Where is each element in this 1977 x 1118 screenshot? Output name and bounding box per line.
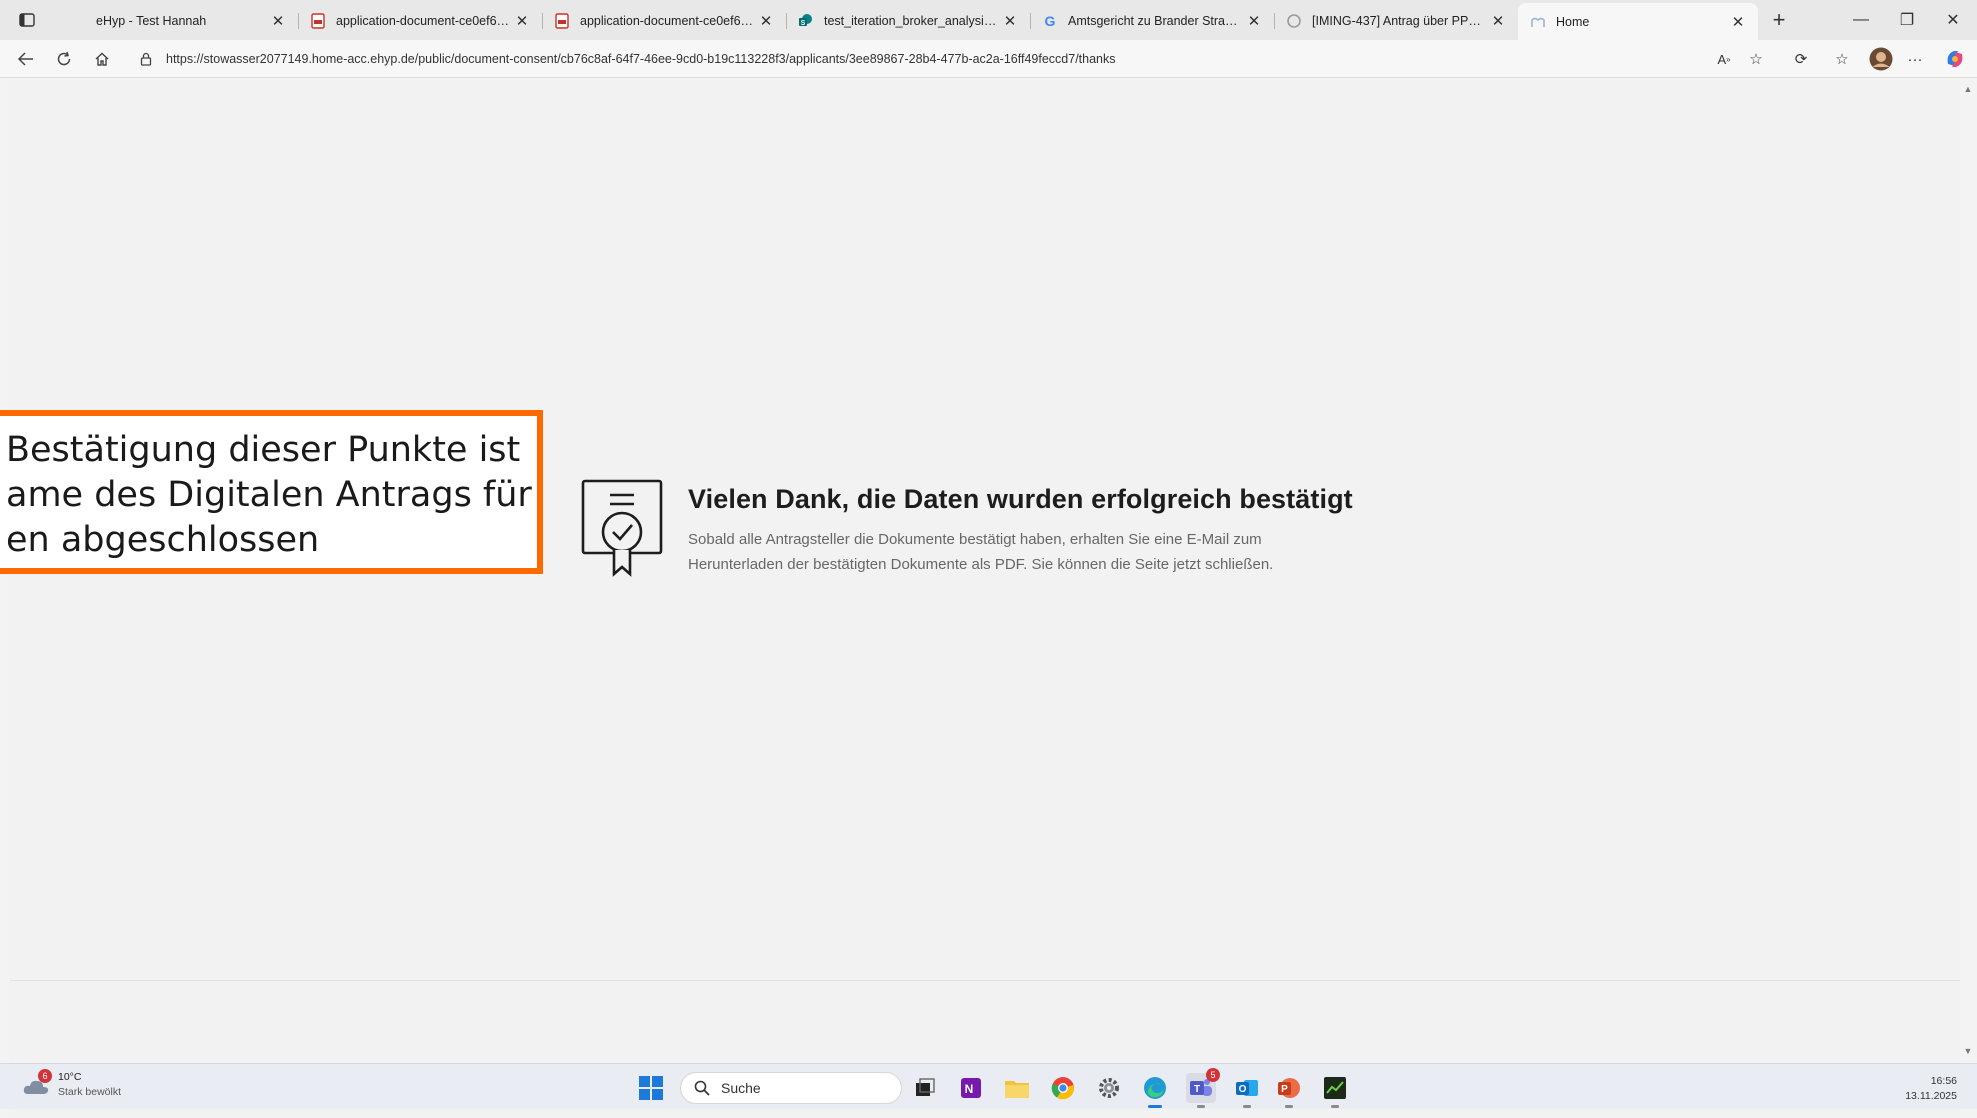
svg-text:T: T <box>1194 1084 1200 1095</box>
tab-title: eHyp - Test Hannah <box>96 14 207 28</box>
sharepoint-icon: S <box>798 13 814 29</box>
minimize-icon[interactable]: — <box>1838 0 1884 40</box>
home-app-icon <box>1530 14 1546 30</box>
page-content <box>10 80 1960 1118</box>
svg-text:S: S <box>801 20 806 27</box>
running-indicator <box>1197 1105 1205 1108</box>
more-menu-icon[interactable]: ··· <box>1900 45 1930 73</box>
tab-amtsgericht[interactable]: G Amtsgericht zu Brander Straße 5 ✕ <box>1030 4 1274 38</box>
tab-pdf-2[interactable]: application-document-ce0ef64e- ✕ <box>542 4 786 38</box>
url-field[interactable]: https://stowasser2077149.home-acc.ehyp.d… <box>128 44 1708 74</box>
taskbar-search[interactable]: Suche <box>680 1072 902 1104</box>
active-indicator <box>1148 1105 1162 1108</box>
profile-avatar[interactable] <box>1866 45 1896 73</box>
search-placeholder: Suche <box>721 1080 761 1096</box>
cloud-icon: 6 <box>22 1069 52 1098</box>
svg-text:P: P <box>1281 1084 1288 1095</box>
tab-title: [IMING-437] Antrag über PPPlus <box>1312 14 1488 28</box>
pdf-icon <box>310 13 326 29</box>
running-indicator <box>1331 1105 1339 1108</box>
restore-icon[interactable]: ❐ <box>1884 0 1930 40</box>
svg-text:O: O <box>1239 1084 1247 1095</box>
address-toolbar: https://stowasser2077149.home-acc.ehyp.d… <box>0 40 1977 78</box>
tab-title: test_iteration_broker_analysis.xlsx <box>824 14 1000 28</box>
terminal-app-icon[interactable] <box>1320 1073 1350 1108</box>
tab-pdf-1[interactable]: application-document-ce0ef64e- ✕ <box>298 4 542 38</box>
reload-icon[interactable] <box>48 44 80 74</box>
tab-title: application-document-ce0ef64e- <box>580 14 756 28</box>
tab-xlsx[interactable]: S test_iteration_broker_analysis.xlsx ✕ <box>786 4 1030 38</box>
weather-widget[interactable]: 6 10°C Stark bewölkt <box>22 1069 122 1100</box>
url-text: https://stowasser2077149.home-acc.ehyp.d… <box>166 52 1116 66</box>
loading-icon <box>1286 13 1302 29</box>
scroll-down-icon[interactable]: ▼ <box>1963 1046 1973 1056</box>
google-icon: G <box>1042 13 1058 29</box>
teams-badge: 5 <box>1206 1068 1220 1082</box>
copilot-icon[interactable] <box>1940 45 1970 73</box>
callout-line: en abgeschlossen <box>6 520 320 560</box>
scrollbar[interactable]: ▲ ▼ <box>1961 80 1975 1060</box>
search-icon <box>693 1079 711 1097</box>
close-window-icon[interactable]: ✕ <box>1930 0 1976 40</box>
powerpoint-icon[interactable]: P <box>1274 1073 1304 1108</box>
callout-line: ame des Digitalen Antrags für <box>6 475 532 515</box>
close-tab-icon[interactable]: ✕ <box>1728 12 1748 32</box>
confirmation-title: Vielen Dank, die Daten wurden erfolgreic… <box>688 484 1353 514</box>
onenote-icon[interactable]: N <box>956 1073 986 1103</box>
windows-taskbar: 6 10°C Stark bewölkt Suche N T 5 O P 16:… <box>0 1063 1977 1109</box>
close-tab-icon[interactable]: ✕ <box>1488 11 1508 31</box>
footer-divider <box>10 980 1960 981</box>
tab-iming[interactable]: [IMING-437] Antrag über PPPlus ✕ <box>1274 4 1518 38</box>
certificate-icon <box>580 478 666 578</box>
clock-time: 16:56 <box>1930 1075 1957 1087</box>
close-tab-icon[interactable]: ✕ <box>512 11 532 31</box>
settings-gear-icon[interactable] <box>1094 1073 1124 1103</box>
pdf-icon <box>554 13 570 29</box>
weather-temp: 10°C <box>58 1071 82 1083</box>
svg-text:G: G <box>1045 13 1056 29</box>
weather-desc: Stark bewölkt <box>58 1086 122 1098</box>
tab-ehyp[interactable]: eHyp - Test Hannah ✕ <box>58 4 298 38</box>
confirmation-message: Vielen Dank, die Daten wurden erfolgreic… <box>580 478 1353 578</box>
weather-badge: 6 <box>38 1069 52 1083</box>
close-tab-icon[interactable]: ✕ <box>756 11 776 31</box>
annotation-callout: Bestätigung dieser Punkte ist ame des Di… <box>0 410 543 574</box>
task-view-icon[interactable] <box>910 1073 940 1103</box>
chrome-icon[interactable] <box>1048 1073 1078 1103</box>
scroll-up-icon[interactable]: ▲ <box>1963 84 1973 94</box>
back-arrow-icon[interactable] <box>10 44 42 74</box>
windows-start-icon[interactable] <box>638 1075 664 1101</box>
callout-line: Bestätigung dieser Punkte ist <box>6 430 521 470</box>
system-clock[interactable]: 16:56 13.11.2025 <box>1905 1074 1957 1104</box>
clock-date: 13.11.2025 <box>1905 1090 1957 1102</box>
running-indicator <box>1285 1105 1293 1108</box>
tab-home[interactable]: Home ✕ <box>1518 3 1758 40</box>
svg-text:N: N <box>965 1082 974 1096</box>
favorites-list-icon[interactable]: ☆ <box>1827 45 1857 73</box>
tab-actions-icon[interactable] <box>12 9 42 31</box>
edge-icon[interactable] <box>1140 1073 1170 1108</box>
favorite-star-icon[interactable]: ☆ <box>1741 45 1771 73</box>
tab-title: application-document-ce0ef64e- <box>336 14 512 28</box>
ehyp-icon <box>70 13 86 29</box>
new-tab-button[interactable]: + <box>1764 5 1794 35</box>
browser-tab-strip: eHyp - Test Hannah ✕ application-documen… <box>0 0 1977 40</box>
tab-title: Home <box>1556 14 1590 29</box>
confirmation-body: Sobald alle Antragsteller die Dokumente … <box>688 531 1274 573</box>
running-indicator <box>1243 1105 1251 1108</box>
teams-icon[interactable]: T 5 <box>1186 1068 1220 1108</box>
read-aloud-icon[interactable]: A» <box>1709 45 1739 73</box>
tab-title: Amtsgericht zu Brander Straße 5 <box>1068 14 1244 28</box>
close-tab-icon[interactable]: ✕ <box>1244 11 1264 31</box>
home-icon[interactable] <box>86 44 118 74</box>
outlook-icon[interactable]: O <box>1232 1073 1262 1108</box>
close-tab-icon[interactable]: ✕ <box>1000 11 1020 31</box>
file-explorer-icon[interactable] <box>1002 1073 1032 1103</box>
lock-icon[interactable] <box>138 51 154 67</box>
close-tab-icon[interactable]: ✕ <box>268 11 288 31</box>
refresh-extension-icon[interactable]: ⟳ <box>1786 45 1816 73</box>
